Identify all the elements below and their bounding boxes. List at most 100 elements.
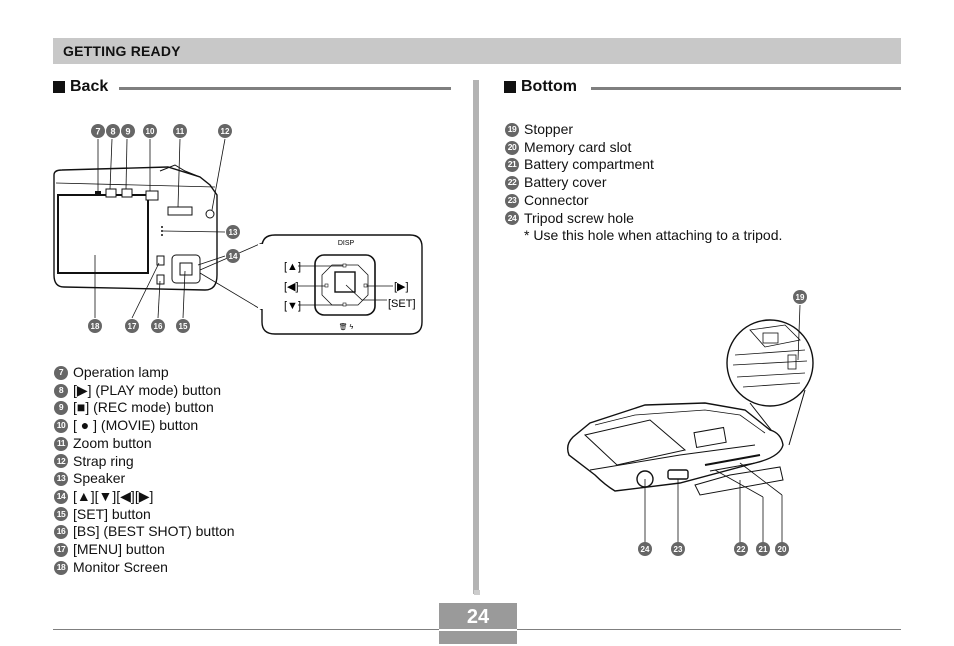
list-item: 8 [▶] (PLAY mode) button <box>54 382 235 400</box>
callout-24: 24 <box>638 542 652 556</box>
list-item: 21 Battery compartment <box>505 156 782 174</box>
square-bullet-icon <box>504 81 516 93</box>
svg-text:8: 8 <box>110 127 115 137</box>
item-number-badge: 21 <box>505 158 519 173</box>
item-number-badge: 20 <box>505 140 519 155</box>
dpad-right-label: [▶] <box>394 281 409 293</box>
callout-19: 19 <box>793 290 807 304</box>
item-number-badge: 9 <box>54 401 68 416</box>
svg-text:16: 16 <box>154 322 163 331</box>
item-label: Operation lamp <box>73 364 169 380</box>
back-parts-list: 7 Operation lamp 8 [▶] (PLAY mode) button … <box>54 364 235 576</box>
item-label: [▲][▼][◀][▶] <box>73 487 154 504</box>
svg-text:15: 15 <box>179 322 188 331</box>
zoom-button <box>167 206 193 216</box>
item-label: Battery compartment <box>524 156 654 173</box>
item-number-badge: 22 <box>505 175 519 190</box>
bottom-title-text: Bottom <box>521 78 577 95</box>
column-divider <box>473 80 479 594</box>
svg-text:23: 23 <box>674 545 683 554</box>
item-number-badge: 7 <box>54 365 68 380</box>
list-item: 11 Zoom button <box>54 435 235 453</box>
svg-text:7: 7 <box>95 127 100 137</box>
operation-lamp <box>95 191 101 194</box>
strap-ring <box>205 209 215 219</box>
item-label: [SET] button <box>73 505 151 522</box>
item-number-badge: 19 <box>505 122 519 137</box>
camera-back-diagram: DISP [▲] [◀] [▼] [▶] [SET] 🗑 ϟ 7 8 9 10 … <box>53 124 423 335</box>
camera-bottom-diagram: 19 20 21 22 23 24 <box>566 290 814 556</box>
callout-21: 21 <box>756 542 770 556</box>
dpad-left-label: [◀] <box>284 281 299 293</box>
list-item: 13 Speaker <box>54 470 235 488</box>
item-number-badge: 18 <box>54 560 68 575</box>
svg-text:9: 9 <box>125 127 130 137</box>
item-number-badge: 16 <box>54 525 68 540</box>
list-item: 12 Strap ring <box>54 453 235 471</box>
svg-text:17: 17 <box>128 322 137 331</box>
bs-button <box>156 274 165 285</box>
svg-text:18: 18 <box>91 322 100 331</box>
svg-text:24: 24 <box>641 545 650 554</box>
set-button <box>334 271 356 293</box>
list-item: 22 Battery cover <box>505 174 782 192</box>
footer-rule-left <box>53 629 439 630</box>
svg-text:19: 19 <box>796 293 805 302</box>
list-item: 15 [SET] button <box>54 506 235 524</box>
svg-text:11: 11 <box>176 127 185 136</box>
item-label: Monitor Screen <box>73 558 168 575</box>
list-item: 16 [BS] (BEST SHOT) button <box>54 523 235 541</box>
list-item: 7 Operation lamp <box>54 364 235 382</box>
item-number-badge: 17 <box>54 542 68 557</box>
list-item: 23 Connector <box>505 192 782 210</box>
dpad-down-label: [▼] <box>284 300 301 312</box>
divider-end-mark <box>474 590 480 595</box>
item-label: [▶] (PLAY mode) button <box>73 381 221 398</box>
item-number-badge: 12 <box>54 454 68 469</box>
item-number-badge: 13 <box>54 472 68 487</box>
item-number-badge: 24 <box>505 211 519 226</box>
item-number-badge: 14 <box>54 489 68 504</box>
dpad-up-label: [▲] <box>284 261 301 273</box>
item-number-badge: 11 <box>54 436 68 451</box>
callout-7: 7 <box>91 124 105 138</box>
play-button <box>105 188 117 198</box>
page-box-split-line <box>439 629 517 631</box>
svg-text:20: 20 <box>778 545 787 554</box>
callout-16: 16 <box>151 319 165 333</box>
item-label: Connector <box>524 191 589 208</box>
svg-text:12: 12 <box>221 127 230 136</box>
callout-18: 18 <box>88 319 102 333</box>
section-header-title: GETTING READY <box>63 43 181 59</box>
list-item: 18 Monitor Screen <box>54 559 235 577</box>
callout-10: 10 <box>143 124 157 138</box>
list-item: 20 Memory card slot <box>505 139 782 157</box>
item-label: [■] (REC mode) button <box>73 399 214 416</box>
callout-17: 17 <box>125 319 139 333</box>
back-title-rule <box>119 87 451 90</box>
item-label: Zoom button <box>73 434 152 451</box>
item-label: Speaker <box>73 470 126 487</box>
item-number-badge: 10 <box>54 418 68 433</box>
section-header-bar: GETTING READY <box>53 38 901 64</box>
callout-9: 9 <box>121 124 135 138</box>
callout-12: 12 <box>218 124 232 138</box>
bottom-title-rule <box>591 87 901 90</box>
callout-8: 8 <box>106 124 120 138</box>
item-number-badge: 8 <box>54 383 68 398</box>
svg-text:21: 21 <box>759 545 768 554</box>
list-item: 19 Stopper <box>505 121 782 139</box>
item-label: Battery cover <box>524 174 607 191</box>
dpad-disp-label: DISP <box>338 240 355 247</box>
movie-button <box>145 190 159 201</box>
footer-rule-right <box>517 629 901 630</box>
item-label: Tripod screw hole <box>524 209 634 226</box>
list-item: 14 [▲][▼][◀][▶] <box>54 488 235 506</box>
svg-text:13: 13 <box>229 228 238 237</box>
menu-button <box>156 255 165 266</box>
callout-13: 13 <box>226 225 240 239</box>
callout-22: 22 <box>734 542 748 556</box>
callout-23: 23 <box>671 542 685 556</box>
bottom-section-title: Bottom <box>504 78 577 96</box>
item-number-badge: 15 <box>54 507 68 522</box>
